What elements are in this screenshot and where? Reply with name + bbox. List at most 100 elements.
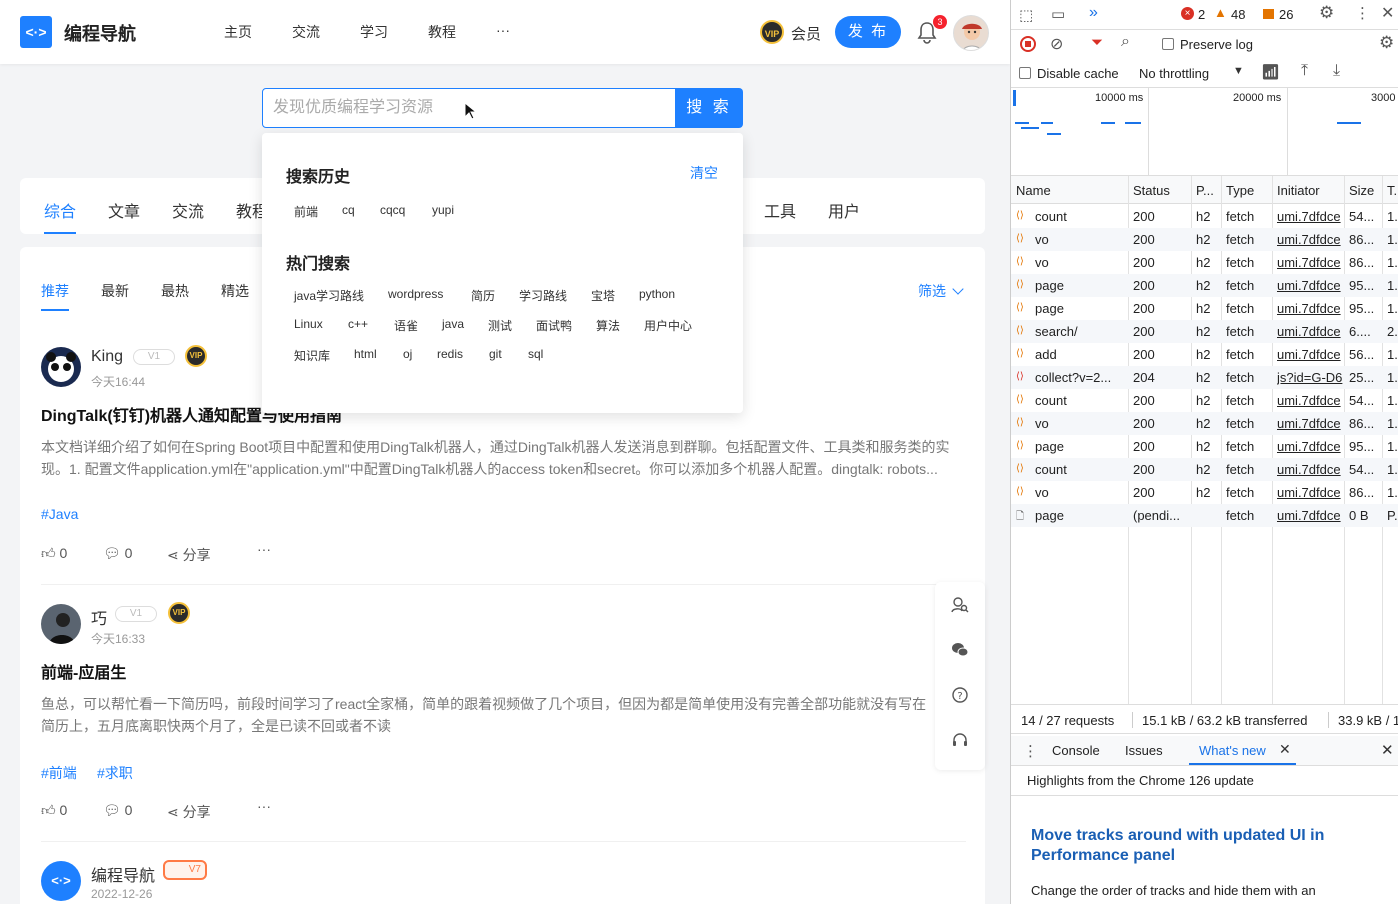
hot-search-item[interactable]: Linux	[294, 317, 323, 331]
warning-count[interactable]: 48	[1231, 7, 1245, 22]
share-button[interactable]: ⋖ 分享	[167, 545, 211, 565]
request-initiator[interactable]: umi.7dfdce	[1277, 416, 1343, 431]
history-item[interactable]: yupi	[432, 203, 454, 217]
column-initiator[interactable]: Initiator	[1277, 183, 1320, 198]
history-item[interactable]: 前端	[294, 203, 318, 220]
history-item[interactable]: cq	[342, 203, 355, 217]
request-initiator[interactable]: umi.7dfdce	[1277, 347, 1343, 362]
post-summary[interactable]: 本文档详细介绍了如何在Spring Boot项目中配置和使用DingTalk机器…	[41, 436, 966, 480]
wechat-icon[interactable]	[951, 641, 969, 659]
tab-articles[interactable]: 文章	[108, 198, 140, 222]
throttling-select[interactable]: No throttling	[1139, 66, 1209, 81]
vip-member-link[interactable]: 会员	[791, 23, 821, 44]
disable-cache-checkbox[interactable]: Disable cache	[1019, 66, 1119, 81]
post-summary[interactable]: 鱼总，可以帮忙看一下简历吗，前段时间学习了react全家桶，简单的跟着视频做了几…	[41, 693, 936, 737]
request-row[interactable]: 🗋︎ page (pendi... fetch umi.7dfdce 0 B P.	[1011, 504, 1398, 527]
hot-search-item[interactable]: 语雀	[394, 317, 418, 334]
column-protocol[interactable]: P...	[1196, 183, 1214, 198]
hot-search-item[interactable]: 测试	[488, 317, 512, 334]
like-button[interactable]: 👍︎ 0	[41, 802, 67, 819]
request-row[interactable]: ⟨⟩ page 200 h2 fetch umi.7dfdce 95... 1.	[1011, 297, 1398, 320]
request-initiator[interactable]: umi.7dfdce	[1277, 324, 1343, 339]
request-row[interactable]: ⟨⟩ vo 200 h2 fetch umi.7dfdce 86... 1.	[1011, 228, 1398, 251]
history-item[interactable]: cqcq	[380, 203, 405, 217]
nav-item-learn[interactable]: 学习	[360, 22, 388, 42]
hot-search-item[interactable]: c++	[348, 317, 368, 331]
hot-search-item[interactable]: java	[442, 317, 464, 331]
tab-users[interactable]: 用户	[828, 198, 860, 222]
column-size[interactable]: Size	[1349, 183, 1374, 198]
request-initiator[interactable]: umi.7dfdce	[1277, 232, 1343, 247]
hot-search-item[interactable]: 用户中心	[644, 317, 692, 334]
download-icon[interactable]: ⤓	[1333, 62, 1340, 80]
hot-search-item[interactable]: 学习路线	[519, 287, 567, 304]
request-initiator[interactable]: umi.7dfdce	[1277, 255, 1343, 270]
hot-search-item[interactable]: 算法	[596, 317, 620, 334]
request-initiator[interactable]: umi.7dfdce	[1277, 209, 1343, 224]
user-avatar[interactable]	[953, 15, 989, 51]
hot-search-item[interactable]: 宝塔	[591, 287, 615, 304]
nav-item-tutorial[interactable]: 教程	[428, 22, 456, 42]
drawer-menu-icon[interactable]: ⋮	[1023, 742, 1038, 760]
post-tag[interactable]: #Java	[41, 506, 78, 522]
tab-general[interactable]: 综合	[44, 198, 76, 222]
headset-icon[interactable]	[951, 731, 969, 749]
search-icon[interactable]: ⌕	[1121, 33, 1130, 51]
request-row[interactable]: ⟨⟩ count 200 h2 fetch umi.7dfdce 54... 1.	[1011, 389, 1398, 412]
request-initiator[interactable]: umi.7dfdce	[1277, 462, 1343, 477]
clear-icon[interactable]: ⊘	[1050, 34, 1063, 54]
site-logo[interactable]: <·>	[20, 16, 52, 48]
close-tab-icon[interactable]: ✕	[1279, 741, 1291, 758]
post-title[interactable]: 前端-应届生	[41, 659, 126, 683]
column-type[interactable]: Type	[1226, 183, 1254, 198]
user-search-icon[interactable]	[951, 596, 969, 614]
comment-button[interactable]: 💬︎ 0	[103, 545, 132, 562]
more-panels-icon[interactable]: »	[1089, 4, 1098, 22]
post-author[interactable]: King	[91, 348, 123, 366]
filter-icon[interactable]: ⏷	[1091, 34, 1103, 51]
hot-search-item[interactable]: oj	[403, 347, 412, 361]
subtab-latest[interactable]: 最新	[101, 281, 129, 301]
help-icon[interactable]: ?	[951, 686, 969, 704]
author-avatar[interactable]	[41, 604, 81, 644]
hot-search-item[interactable]: sql	[528, 347, 543, 361]
close-icon[interactable]: ✕	[1381, 3, 1394, 23]
request-row[interactable]: ⟨⟩ count 200 h2 fetch umi.7dfdce 54... 1.	[1011, 458, 1398, 481]
hot-search-item[interactable]: redis	[437, 347, 463, 361]
request-row[interactable]: ⟨⟩ collect?v=2... 204 h2 fetch js?id=G-D6 25..…	[1011, 366, 1398, 389]
kebab-menu-icon[interactable]: ⋮	[1355, 4, 1370, 22]
site-name[interactable]: 编程导航	[64, 20, 136, 46]
filter-button[interactable]: 筛选	[918, 281, 964, 301]
column-status[interactable]: Status	[1133, 183, 1170, 198]
nav-item-more[interactable]: ···	[496, 22, 510, 38]
network-overview-timeline[interactable]: 10000 ms 20000 ms 3000	[1011, 88, 1398, 176]
hot-search-item[interactable]: 面试鸭	[536, 317, 572, 334]
request-initiator[interactable]: umi.7dfdce	[1277, 393, 1343, 408]
request-initiator[interactable]: umi.7dfdce	[1277, 278, 1343, 293]
record-stop-icon[interactable]	[1020, 36, 1036, 52]
whats-new-article-title[interactable]: Move tracks around with updated UI in Pe…	[1031, 826, 1361, 866]
request-row[interactable]: ⟨⟩ vo 200 h2 fetch umi.7dfdce 86... 1.	[1011, 412, 1398, 435]
like-button[interactable]: 👍︎ 0	[41, 545, 67, 562]
drawer-tab-issues[interactable]: Issues	[1125, 743, 1163, 758]
post-author[interactable]: 编程导航	[91, 862, 155, 886]
hot-search-item[interactable]: wordpress	[388, 287, 443, 301]
tab-exchange[interactable]: 交流	[172, 198, 204, 222]
more-button[interactable]: ···	[257, 541, 271, 557]
request-initiator[interactable]: umi.7dfdce	[1277, 485, 1343, 500]
drawer-tab-whats-new[interactable]: What's new	[1199, 743, 1266, 758]
request-initiator[interactable]: umi.7dfdce	[1277, 301, 1343, 316]
hot-search-item[interactable]: java学习路线	[294, 287, 364, 304]
subtab-recommend[interactable]: 推荐	[41, 281, 69, 301]
hot-search-item[interactable]: python	[639, 287, 675, 301]
hot-search-item[interactable]: 简历	[471, 287, 495, 304]
author-avatar[interactable]: <·>	[41, 861, 81, 901]
request-initiator[interactable]: js?id=G-D6	[1277, 370, 1343, 385]
search-button[interactable]: 搜 索	[675, 88, 743, 128]
nav-item-home[interactable]: 主页	[224, 22, 252, 42]
settings-gear-icon[interactable]: ⚙	[1319, 3, 1334, 23]
network-conditions-icon[interactable]: 📶︎	[1261, 63, 1280, 81]
error-count[interactable]: 2	[1198, 7, 1205, 22]
hot-search-item[interactable]: git	[489, 347, 502, 361]
hot-search-item[interactable]: html	[354, 347, 377, 361]
